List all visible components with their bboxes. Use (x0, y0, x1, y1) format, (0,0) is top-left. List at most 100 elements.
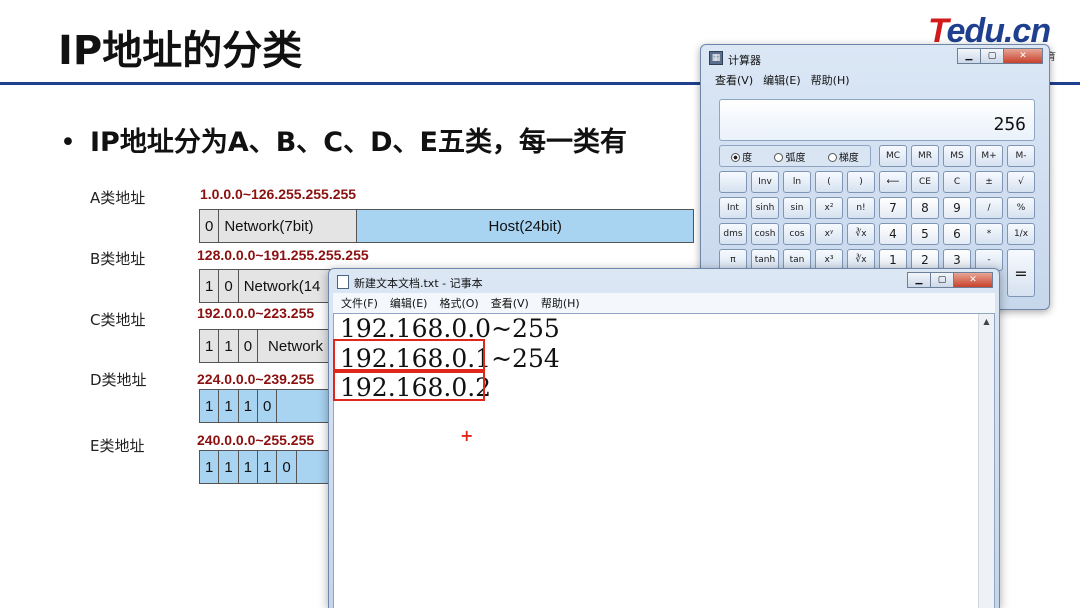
calc-button[interactable]: M- (1007, 145, 1035, 167)
calc-button[interactable]: ( (815, 171, 843, 193)
calc-button[interactable]: / (975, 197, 1003, 219)
calc-button[interactable]: 5 (911, 223, 939, 245)
highlight-box (333, 369, 485, 401)
highlight-box (333, 339, 485, 373)
class-b-label: B类地址 (90, 250, 146, 268)
notepad-titlebar[interactable]: 新建文本文档.txt - 记事本 ▁ ▢ ✕ (329, 269, 999, 293)
calc-button[interactable]: ± (975, 171, 1003, 193)
class-d-range: 224.0.0.0~239.255 (197, 371, 315, 387)
calc-button[interactable]: MC (879, 145, 907, 167)
radio-selected-icon (731, 153, 741, 162)
notepad-menubar: 文件(F) 编辑(E) 格式(O) 查看(V) 帮助(H) (333, 293, 995, 313)
menu-edit[interactable]: 编辑(E) (763, 72, 801, 88)
minimize-icon[interactable]: ▁ (907, 272, 931, 288)
angle-mode-grad[interactable]: 梯度 (827, 149, 859, 164)
calc-button[interactable]: M+ (975, 145, 1003, 167)
calc-button[interactable]: cos (783, 223, 811, 245)
calc-button[interactable]: ⟵ (879, 171, 907, 193)
class-d-bit: 1 (238, 390, 259, 422)
calculator-window-buttons: ▁ ▢ ✕ (957, 48, 1043, 64)
menu-view[interactable]: 查看(V) (491, 295, 529, 311)
calc-button[interactable]: = (1007, 249, 1035, 297)
scroll-up-icon[interactable]: ▲ (979, 314, 994, 330)
radio-icon (774, 153, 784, 162)
class-c-structure: 1 1 0 Network (199, 329, 339, 363)
calc-button[interactable]: MR (911, 145, 939, 167)
calc-button[interactable]: * (975, 223, 1003, 245)
class-c-label: C类地址 (90, 311, 146, 329)
calculator-app-icon: ▦ (709, 51, 723, 65)
class-a-structure: 0 Network(7bit) Host(24bit) (199, 209, 694, 243)
calc-button[interactable]: Int (719, 197, 747, 219)
class-c-range: 192.0.0.0~223.255 (197, 305, 315, 321)
calc-button[interactable]: sin (783, 197, 811, 219)
notepad-title: 新建文本文档.txt - 记事本 (354, 277, 483, 290)
close-icon[interactable]: ✕ (1003, 48, 1043, 64)
menu-view[interactable]: 查看(V) (715, 72, 753, 88)
class-d-bit: 1 (200, 390, 220, 422)
calc-button[interactable]: sinh (751, 197, 779, 219)
radio-icon (827, 153, 837, 162)
calc-button[interactable]: ∛x (847, 223, 875, 245)
menu-edit[interactable]: 编辑(E) (390, 295, 428, 311)
class-a-host: Host(24bit) (357, 210, 693, 242)
calculator-display: 256 (719, 99, 1035, 141)
menu-format[interactable]: 格式(O) (439, 295, 478, 311)
calc-button[interactable]: % (1007, 197, 1035, 219)
calc-button[interactable]: MS (943, 145, 971, 167)
calc-button[interactable]: cosh (751, 223, 779, 245)
class-e-label: E类地址 (90, 437, 145, 455)
notepad-window[interactable]: 新建文本文档.txt - 记事本 ▁ ▢ ✕ 文件(F) 编辑(E) 格式(O)… (328, 268, 1000, 608)
class-e-bit: 1 (200, 451, 220, 483)
calc-button[interactable]: 4 (879, 223, 907, 245)
class-c-bit: 0 (238, 330, 259, 362)
calc-button[interactable]: ln (783, 171, 811, 193)
class-e-range: 240.0.0.0~255.255 (197, 432, 315, 448)
crosshair-cursor-icon: + (460, 426, 474, 445)
class-d-bit: 1 (219, 390, 239, 422)
calc-button[interactable]: 8 (911, 197, 939, 219)
class-c-bit: 1 (200, 330, 220, 362)
angle-mode-radian[interactable]: 弧度 (774, 149, 805, 164)
calculator-title: 计算器 (728, 54, 761, 67)
class-b-bit: 1 (200, 270, 220, 302)
menu-file[interactable]: 文件(F) (341, 295, 378, 311)
notepad-window-buttons: ▁ ▢ ✕ (907, 272, 993, 288)
menu-help[interactable]: 帮助(H) (811, 72, 850, 88)
calc-button[interactable]: √ (1007, 171, 1035, 193)
angle-mode-degree[interactable]: 度 (731, 149, 752, 164)
maximize-icon[interactable]: ▢ (930, 272, 954, 288)
calc-button[interactable]: 1/x (1007, 223, 1035, 245)
calc-button[interactable]: 9 (943, 197, 971, 219)
class-b-structure: 1 0 Network(14 (199, 269, 339, 303)
notepad-app-icon (337, 275, 349, 289)
class-a-label: A类地址 (90, 189, 146, 207)
class-c-network: Network (258, 330, 338, 362)
calc-button[interactable]: CE (911, 171, 939, 193)
calc-button[interactable]: xʸ (815, 223, 843, 245)
calc-button[interactable]: n! (847, 197, 875, 219)
maximize-icon[interactable]: ▢ (980, 48, 1004, 64)
calc-button[interactable]: C (943, 171, 971, 193)
class-a-range: 1.0.0.0~126.255.255.255 (200, 186, 357, 202)
close-icon[interactable]: ✕ (953, 272, 993, 288)
slide-title: IP地址的分类 (58, 28, 303, 74)
minimize-icon[interactable]: ▁ (957, 48, 981, 64)
calc-button[interactable]: ) (847, 171, 875, 193)
vertical-scrollbar[interactable]: ▲ (978, 314, 994, 608)
class-b-network: Network(14 (238, 270, 338, 302)
calculator-titlebar[interactable]: ▦ 计算器 ▁ ▢ ✕ (701, 45, 1049, 71)
calc-button[interactable] (719, 171, 747, 193)
calc-button[interactable]: x² (815, 197, 843, 219)
class-d-label: D类地址 (90, 371, 147, 389)
calculator-menubar: 查看(V) 编辑(E) 帮助(H) (701, 71, 1049, 89)
calc-button[interactable]: 6 (943, 223, 971, 245)
calc-button[interactable]: 7 (879, 197, 907, 219)
menu-help[interactable]: 帮助(H) (541, 295, 580, 311)
class-e-bit: 0 (277, 451, 297, 483)
calc-button[interactable]: dms (719, 223, 747, 245)
class-e-bit: 1 (219, 451, 239, 483)
class-d-bit: 0 (258, 390, 278, 422)
calc-button[interactable]: Inv (751, 171, 779, 193)
angle-mode-group: 度 弧度 梯度 (719, 145, 871, 167)
